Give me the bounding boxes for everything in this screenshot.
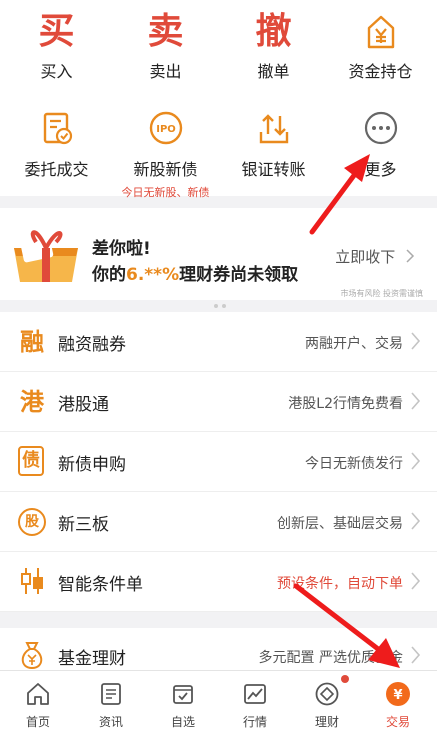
more-icon	[364, 111, 397, 145]
orders-label: 委托成交	[24, 160, 89, 179]
list-item-desc: 预设条件，自动下单	[277, 576, 403, 592]
money-bag-icon	[367, 15, 394, 49]
more-button[interactable]: 更多	[326, 110, 435, 180]
buy-button[interactable]: 买 买入	[2, 12, 111, 82]
chevron-right-icon	[411, 572, 421, 590]
watchlist-icon	[173, 685, 193, 704]
risk-disclaimer: 市场有风险 投资需谨慎	[340, 289, 423, 298]
chevron-right-icon	[411, 392, 421, 410]
chevron-right-icon	[406, 249, 415, 263]
chevron-right-icon	[411, 512, 421, 530]
wealth-icon	[315, 682, 339, 706]
list-item-desc: 港股L2行情免费看	[288, 396, 403, 412]
transfer-label: 银证转账	[241, 160, 306, 179]
services-list: 融 融资融券 两融开户、交易 港 港股通 港股L2行情免费看 债 新债申购 今日…	[0, 312, 437, 612]
list-item-title: 融资融券	[58, 335, 126, 355]
promo-rate: 6.**%	[126, 265, 180, 285]
transfer-icon	[259, 114, 288, 144]
list-item-margin-trading[interactable]: 融 融资融券 两融开户、交易	[0, 312, 437, 372]
tab-label: 理财	[314, 715, 339, 729]
candlestick-icon	[21, 568, 43, 594]
list-item-title: 智能条件单	[58, 575, 143, 595]
svg-text:IPO: IPO	[156, 124, 176, 135]
tab-wealth[interactable]: 理财	[291, 671, 363, 736]
sell-label: 卖出	[149, 62, 182, 81]
list-item-desc: 今日无新债发行	[305, 456, 403, 472]
market-icon	[244, 684, 266, 704]
list-item-title: 基金理财	[58, 649, 126, 669]
tab-label: 自选	[170, 715, 195, 729]
tab-label: 行情	[242, 715, 267, 729]
funds-label: 资金持仓	[348, 62, 413, 81]
list-item-hk-connect[interactable]: 港 港股通 港股L2行情免费看	[0, 372, 437, 432]
tab-news[interactable]: 资讯	[75, 671, 147, 736]
bank-transfer-button[interactable]: 银证转账	[219, 110, 328, 180]
list-item-title: 新三板	[58, 515, 109, 535]
tab-watchlist[interactable]: 自选	[147, 671, 219, 736]
hk-connect-icon: 港	[20, 388, 44, 416]
tab-label: 资讯	[98, 715, 123, 729]
margin-trading-icon: 融	[20, 328, 44, 356]
funds-positions-button[interactable]: 资金持仓	[326, 14, 435, 82]
tab-market[interactable]: 行情	[219, 671, 291, 736]
list-item-neeq[interactable]: 股 新三板 创新层、基础层交易	[0, 492, 437, 552]
chevron-right-icon	[411, 646, 421, 664]
ipo-icon: IPO	[149, 111, 182, 145]
promo-headline: 差你啦!	[92, 239, 151, 259]
claim-now-link[interactable]: 立即收下	[335, 246, 415, 267]
ipo-status: 今日无新股、新债	[121, 186, 210, 199]
sell-glyph: 卖	[147, 11, 184, 52]
list-item-new-bonds[interactable]: 债 新债申购 今日无新债发行	[0, 432, 437, 492]
ipo-button[interactable]: IPO 新股新债 今日无新股、新债	[111, 110, 220, 200]
orders-button[interactable]: 委托成交	[2, 110, 111, 180]
news-icon	[101, 683, 121, 705]
list-item-smart-orders[interactable]: 智能条件单 预设条件，自动下单	[0, 552, 437, 612]
home-icon	[27, 683, 49, 705]
tab-trade[interactable]: ¥ 交易	[362, 671, 434, 736]
gift-box-icon	[14, 230, 78, 282]
tab-label: 首页	[25, 715, 50, 729]
tab-label: 交易	[385, 715, 410, 729]
fund-bag-icon	[21, 642, 43, 670]
list-item-desc: 多元配置 严选优质基金	[258, 650, 403, 666]
trade-icon: ¥	[386, 682, 410, 706]
cancel-glyph: 撤	[255, 11, 292, 52]
coupon-promo-banner[interactable]: 差你啦! 你的6.**%理财券尚未领取 立即收下 市场有风险 投资需谨慎	[0, 208, 437, 308]
buy-label: 买入	[40, 62, 73, 81]
bottom-tab-bar: 首页 资讯 自选 行情 理财 ¥ 交易	[0, 670, 437, 736]
new-bond-icon: 债	[18, 446, 44, 476]
chevron-right-icon	[411, 332, 421, 350]
list-item-desc: 创新层、基础层交易	[277, 516, 403, 532]
notification-dot	[341, 675, 349, 683]
cancel-order-button[interactable]: 撤 撤单	[219, 12, 328, 82]
cancel-label: 撤单	[257, 62, 290, 81]
order-record-icon	[43, 112, 72, 145]
carousel-dots	[212, 293, 228, 312]
buy-glyph: 买	[38, 11, 75, 52]
ipo-label: 新股新债	[133, 160, 198, 179]
list-item-title: 新债申购	[58, 455, 126, 475]
list-item-desc: 两融开户、交易	[305, 336, 403, 352]
sell-button[interactable]: 卖 卖出	[111, 12, 220, 82]
chevron-right-icon	[411, 452, 421, 470]
promo-message: 你的6.**%理财券尚未领取	[92, 265, 299, 285]
neeq-icon: 股	[18, 508, 46, 536]
quick-actions-panel: 买 买入 卖 卖出 撤 撤单 资金持仓 委托成交 IPO 新股新债 今日无新股、…	[0, 0, 437, 199]
list-item-title: 港股通	[58, 395, 109, 415]
svg-text:¥: ¥	[393, 688, 402, 703]
tab-home[interactable]: 首页	[2, 671, 74, 736]
more-label: 更多	[364, 160, 397, 179]
